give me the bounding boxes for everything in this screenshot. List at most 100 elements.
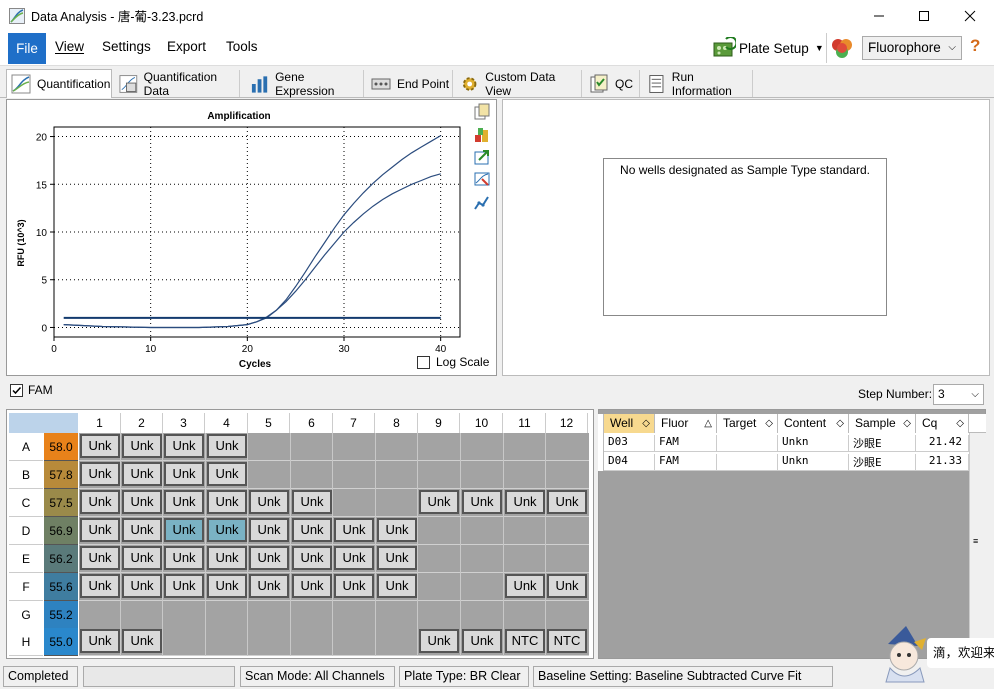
column-header-8[interactable]: 8 xyxy=(376,413,418,433)
menu-tools[interactable]: Tools xyxy=(220,34,264,60)
column-header-5[interactable]: 5 xyxy=(248,413,290,433)
row-header-h[interactable]: H xyxy=(9,628,43,656)
tab-end-point[interactable]: End Point xyxy=(367,70,453,97)
curve-settings-icon[interactable] xyxy=(473,194,491,212)
well-d7[interactable]: Unk xyxy=(334,518,374,542)
well-f2[interactable]: Unk xyxy=(122,574,162,598)
well-c12[interactable]: Unk xyxy=(547,490,587,514)
column-header-10[interactable]: 10 xyxy=(461,413,503,433)
color-palette-icon[interactable] xyxy=(473,126,491,144)
well-e8[interactable]: Unk xyxy=(377,546,417,570)
well-d8[interactable]: Unk xyxy=(377,518,417,542)
well-e3[interactable]: Unk xyxy=(164,546,204,570)
tab-quantification[interactable]: Quantification xyxy=(6,69,112,98)
well-f1[interactable]: Unk xyxy=(80,574,120,598)
well-c11[interactable]: Unk xyxy=(505,490,545,514)
well-b2[interactable]: Unk xyxy=(122,462,162,486)
table-scrollbar[interactable]: ≡ xyxy=(969,433,986,659)
well-c6[interactable]: Unk xyxy=(292,490,332,514)
row-header-d[interactable]: D xyxy=(9,517,43,545)
well-f7[interactable]: Unk xyxy=(334,574,374,598)
well-d5[interactable]: Unk xyxy=(249,518,289,542)
column-header-target[interactable]: Target ◇ xyxy=(717,414,778,433)
welcome-bubble[interactable]: 滴，欢迎来 xyxy=(927,638,994,668)
column-header-6[interactable]: 6 xyxy=(291,413,333,433)
row-header-g[interactable]: G xyxy=(9,601,43,629)
plate-setup-button[interactable]: Plate Setup ▼ xyxy=(712,35,824,61)
well-f4[interactable]: Unk xyxy=(207,574,247,598)
well-c3[interactable]: Unk xyxy=(164,490,204,514)
column-header-well[interactable]: Well ◇ xyxy=(604,414,655,433)
column-header-3[interactable]: 3 xyxy=(163,413,205,433)
well-f5[interactable]: Unk xyxy=(249,574,289,598)
close-button[interactable] xyxy=(947,0,993,31)
plate-corner[interactable] xyxy=(9,413,78,433)
step-number-select[interactable]: 3 ⌵ xyxy=(933,384,984,405)
copy-icon[interactable] xyxy=(473,103,491,121)
well-f3[interactable]: Unk xyxy=(164,574,204,598)
well-e6[interactable]: Unk xyxy=(292,546,332,570)
help-icon[interactable]: ? xyxy=(970,36,980,56)
well-c10[interactable]: Unk xyxy=(462,490,502,514)
column-header-9[interactable]: 9 xyxy=(418,413,460,433)
well-c2[interactable]: Unk xyxy=(122,490,162,514)
column-header-11[interactable]: 11 xyxy=(504,413,546,433)
row-header-a[interactable]: A xyxy=(9,433,43,461)
menu-view[interactable]: View xyxy=(49,34,90,60)
well-b4[interactable]: Unk xyxy=(207,462,247,486)
well-c9[interactable]: Unk xyxy=(419,490,459,514)
well-b1[interactable]: Unk xyxy=(80,462,120,486)
well-h1[interactable]: Unk xyxy=(80,629,120,653)
well-a3[interactable]: Unk xyxy=(164,434,204,458)
well-d2[interactable]: Unk xyxy=(122,518,162,542)
well-e5[interactable]: Unk xyxy=(249,546,289,570)
well-e2[interactable]: Unk xyxy=(122,546,162,570)
well-c1[interactable]: Unk xyxy=(80,490,120,514)
menu-file[interactable]: File xyxy=(8,33,46,64)
minimize-button[interactable] xyxy=(856,0,902,31)
well-d6[interactable]: Unk xyxy=(292,518,332,542)
row-header-f[interactable]: F xyxy=(9,573,43,601)
row-header-e[interactable]: E xyxy=(9,545,43,573)
export-chart-icon[interactable] xyxy=(473,148,491,166)
column-header-2[interactable]: 2 xyxy=(121,413,163,433)
well-a4[interactable]: Unk xyxy=(207,434,247,458)
column-header-1[interactable]: 1 xyxy=(79,413,121,433)
fam-checkbox[interactable] xyxy=(10,383,23,397)
column-header-content[interactable]: Content ◇ xyxy=(778,414,849,433)
well-d3[interactable]: Unk xyxy=(164,518,204,542)
well-b3[interactable]: Unk xyxy=(164,462,204,486)
column-header-sample[interactable]: Sample ◇ xyxy=(849,414,916,433)
well-h2[interactable]: Unk xyxy=(122,629,162,653)
well-d4[interactable]: Unk xyxy=(207,518,247,542)
well-d1[interactable]: Unk xyxy=(80,518,120,542)
tab-qc[interactable]: QC xyxy=(585,70,640,97)
maximize-button[interactable] xyxy=(901,0,947,31)
well-h10[interactable]: Unk xyxy=(462,629,502,653)
well-e1[interactable]: Unk xyxy=(80,546,120,570)
traffic-light-icon[interactable] xyxy=(829,37,855,61)
well-f11[interactable]: Unk xyxy=(505,574,545,598)
tab-run-information[interactable]: Run Information xyxy=(643,70,753,98)
well-e7[interactable]: Unk xyxy=(334,546,374,570)
menu-export[interactable]: Export xyxy=(161,34,212,60)
row-header-b[interactable]: B xyxy=(9,461,43,489)
well-h9[interactable]: Unk xyxy=(419,629,459,653)
well-c5[interactable]: Unk xyxy=(249,490,289,514)
row-header-c[interactable]: C xyxy=(9,489,43,517)
amplification-chart[interactable]: Amplification RFU (10^3) Cycles 0 10 20 30 4… xyxy=(7,100,496,375)
tab-gene-expression[interactable]: Gene Expression xyxy=(246,70,364,98)
menu-settings[interactable]: Settings xyxy=(96,34,157,60)
tab-custom-data-view[interactable]: Custom Data View xyxy=(456,70,582,98)
fam-filter[interactable]: FAM xyxy=(10,383,53,397)
zoom-chart-icon[interactable] xyxy=(473,170,491,188)
log-scale-checkbox[interactable] xyxy=(417,355,430,369)
column-header-7[interactable]: 7 xyxy=(333,413,375,433)
well-e4[interactable]: Unk xyxy=(207,546,247,570)
well-h11[interactable]: NTC xyxy=(505,629,545,653)
column-header-12[interactable]: 12 xyxy=(546,413,588,433)
tab-quantification-data[interactable]: Quantification Data xyxy=(115,70,240,98)
well-f12[interactable]: Unk xyxy=(547,574,587,598)
well-a1[interactable]: Unk xyxy=(80,434,120,458)
well-c4[interactable]: Unk xyxy=(207,490,247,514)
